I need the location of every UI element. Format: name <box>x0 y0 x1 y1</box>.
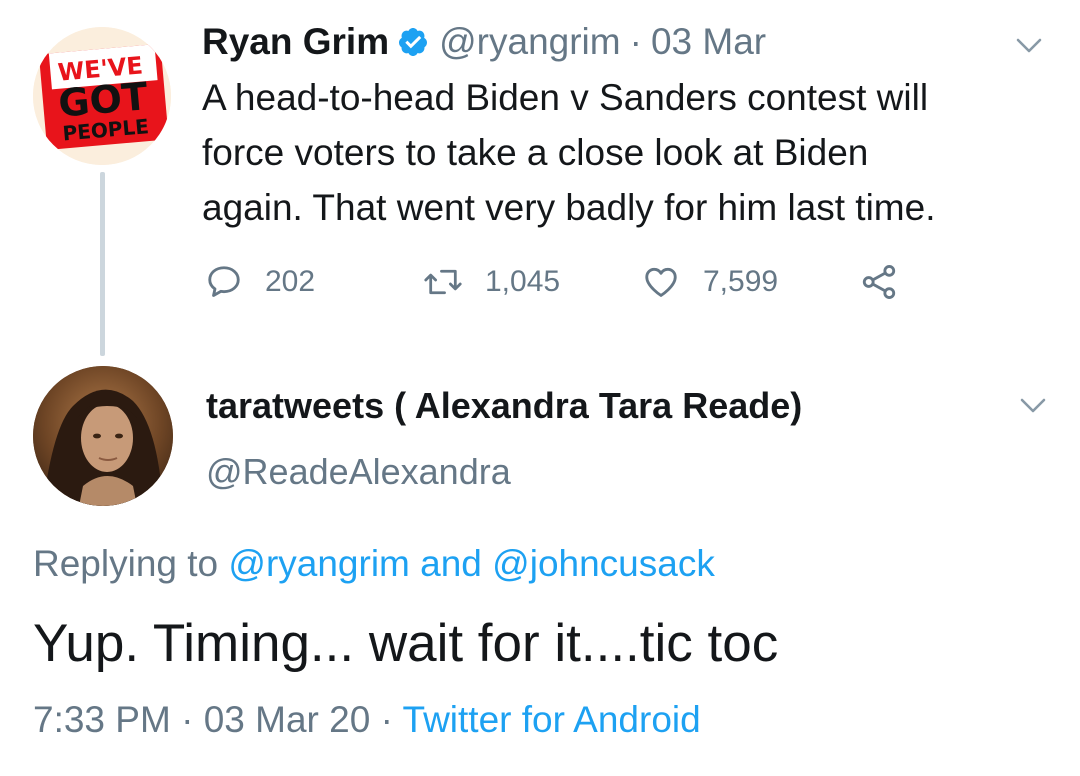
tweet-source-link[interactable]: Twitter for Android <box>403 699 701 740</box>
thread-connector-line <box>100 172 105 356</box>
retweet-count: 1,045 <box>485 265 561 298</box>
reply-author-name[interactable]: taratweets ( Alexandra Tara Reade) <box>206 380 802 432</box>
mention-link-ryangrim[interactable]: @ryangrim <box>228 543 409 584</box>
like-button[interactable]: 7,599 <box>641 259 778 305</box>
meta-separator: · <box>380 699 393 740</box>
we-got-people-sign-icon: WE'VE GOT PEOPLE <box>33 27 171 165</box>
share-icon <box>862 265 896 299</box>
tweet-full-date: 03 Mar 20 <box>203 699 371 740</box>
verified-badge-icon <box>397 26 429 58</box>
reply-button[interactable]: 202 <box>205 259 315 305</box>
portrait-photo <box>33 366 173 506</box>
tweet-text-line: A head-to-head Biden v Sanders contest w… <box>202 77 929 118</box>
reply-tweet-text: Yup. Timing... wait for it....tic toc <box>33 614 779 673</box>
replying-to-label: Replying to <box>33 543 219 584</box>
tweet-text-line: again. That went very badly for him last… <box>202 187 936 228</box>
author-handle[interactable]: @ryangrim <box>439 16 620 68</box>
replying-to-line: Replying to @ryangrim and @johncusack <box>33 538 715 590</box>
tweet-text-line: force voters to take a close look at Bid… <box>202 132 869 173</box>
chevron-down-icon[interactable] <box>1016 38 1042 54</box>
reply-author-avatar[interactable] <box>33 366 173 506</box>
share-button[interactable] <box>859 259 899 305</box>
chevron-down-icon[interactable] <box>1020 398 1046 414</box>
reply-icon <box>208 266 240 297</box>
reply-count: 202 <box>265 265 316 298</box>
meta-separator: · <box>181 699 194 740</box>
tweet-text: A head-to-head Biden v Sanders contest w… <box>202 70 1052 235</box>
header-separator: · <box>629 21 642 62</box>
like-count: 7,599 <box>703 265 779 298</box>
author-avatar[interactable]: WE'VE GOT PEOPLE <box>33 27 171 165</box>
retweet-icon <box>424 269 462 295</box>
replying-and[interactable]: and <box>420 543 482 584</box>
tweet-metadata: 7:33 PM · 03 Mar 20 · Twitter for Androi… <box>33 694 701 746</box>
tweet-date[interactable]: 03 Mar <box>651 16 766 68</box>
reply-author-handle[interactable]: @ReadeAlexandra <box>206 446 511 498</box>
heart-icon <box>645 267 677 297</box>
parent-tweet-header: Ryan Grim @ryangrim · 03 Mar <box>202 16 766 68</box>
author-name[interactable]: Ryan Grim <box>202 16 389 68</box>
mention-link-johncusack[interactable]: @johncusack <box>492 543 715 584</box>
tweet-time: 7:33 PM <box>33 699 171 740</box>
retweet-button[interactable]: 1,045 <box>423 259 560 305</box>
